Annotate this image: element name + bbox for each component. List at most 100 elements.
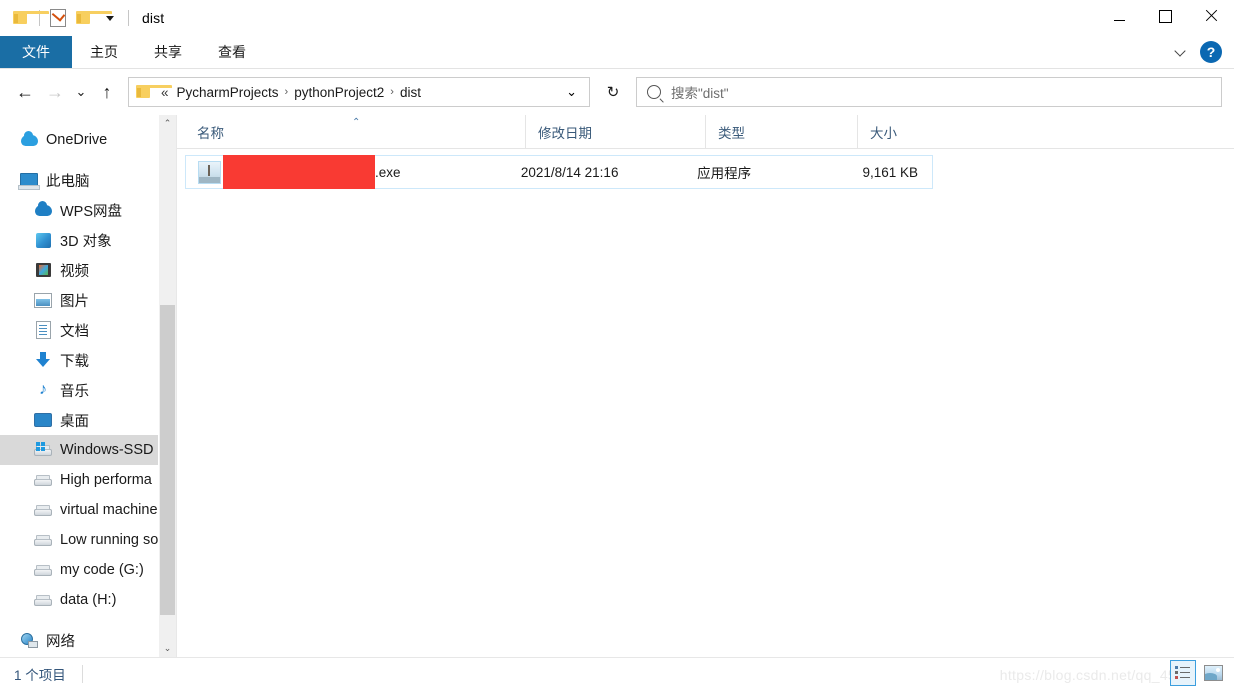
tab-home[interactable]: 主页 xyxy=(72,36,136,68)
sidebar-item-low-running[interactable]: Low running so xyxy=(0,525,176,555)
close-button[interactable] xyxy=(1188,0,1234,32)
column-header-date[interactable]: 修改日期 xyxy=(525,114,705,149)
view-buttons xyxy=(1170,660,1226,686)
sidebar-item-desktop[interactable]: 桌面 xyxy=(0,405,176,435)
column-header-label: 修改日期 xyxy=(538,125,592,141)
this-pc-icon xyxy=(18,171,40,190)
column-header-size[interactable]: 大小 xyxy=(857,114,959,149)
redaction-block xyxy=(223,155,375,189)
sidebar-item-videos[interactable]: 视频 xyxy=(0,255,176,285)
sidebar-item-label: 此电脑 xyxy=(46,173,90,190)
column-header-type[interactable]: 类型 xyxy=(705,114,857,149)
pictures-icon xyxy=(34,291,52,309)
breadcrumb-item-0[interactable]: PycharmProjects xyxy=(173,85,283,100)
exe-thumbnail-icon xyxy=(198,160,221,184)
address-bar: ← → ⌄ ↑ « PycharmProjects › pythonProjec… xyxy=(0,69,1234,115)
sidebar-item-label: 桌面 xyxy=(60,413,89,430)
tab-view[interactable]: 查看 xyxy=(200,36,264,68)
large-icons-view-button[interactable] xyxy=(1200,660,1226,686)
breadcrumb[interactable]: « PycharmProjects › pythonProject2 › dis… xyxy=(128,77,590,107)
sidebar-item-label: 文档 xyxy=(60,323,89,340)
recent-locations-button[interactable]: ⌄ xyxy=(70,77,92,107)
item-count-label: 1 个项目 xyxy=(14,668,66,683)
sidebar-item-data[interactable]: data (H:) xyxy=(0,585,176,615)
title-bar: dist xyxy=(0,0,1234,36)
sidebar-item-music[interactable]: ♪ 音乐 xyxy=(0,375,176,405)
wps-cloud-icon xyxy=(34,200,52,219)
navigation-list: OneDrive 此电脑 WPS网盘 3D 对象 视频 图片 文档 下载 ♪ 音… xyxy=(0,115,176,655)
column-header-label: 大小 xyxy=(870,125,897,141)
search-icon xyxy=(647,85,661,99)
sidebar-item-virtual-machine[interactable]: virtual machine xyxy=(0,495,176,525)
sort-ascending-icon: ⌃ xyxy=(352,116,361,128)
search-placeholder: 搜索"dist" xyxy=(671,86,729,101)
sidebar-item-downloads[interactable]: 下载 xyxy=(0,345,176,375)
sidebar-item-documents[interactable]: 文档 xyxy=(0,315,176,345)
sidebar-item-3d-objects[interactable]: 3D 对象 xyxy=(0,225,176,255)
tab-file[interactable]: 文件 xyxy=(0,36,72,68)
help-button[interactable]: ? xyxy=(1200,41,1222,63)
sidebar-item-label: my code (G:) xyxy=(60,562,144,578)
file-rows: .exe 2021/8/14 21:16 应用程序 9,161 KB xyxy=(177,149,1234,189)
minimize-button[interactable] xyxy=(1096,0,1142,32)
sidebar-item-onedrive[interactable]: OneDrive xyxy=(0,125,176,155)
scroll-down-icon[interactable]: ⌄ xyxy=(159,640,176,657)
sidebar-item-my-code[interactable]: my code (G:) xyxy=(0,555,176,585)
breadcrumb-dropdown-icon[interactable]: ⌄ xyxy=(558,84,585,100)
sidebar-item-label: data (H:) xyxy=(60,592,117,608)
sidebar-item-network[interactable]: 网络 xyxy=(0,625,176,655)
sidebar-item-label: High performa xyxy=(60,472,152,488)
downloads-icon xyxy=(34,351,52,369)
sidebar-item-wps-cloud[interactable]: WPS网盘 xyxy=(0,195,176,225)
sidebar-item-high-performance[interactable]: High performa xyxy=(0,465,176,495)
properties-icon[interactable] xyxy=(45,5,71,31)
forward-button: → xyxy=(46,81,64,102)
sidebar-item-this-pc[interactable]: 此电脑 xyxy=(0,165,176,195)
drive-icon xyxy=(34,531,52,549)
chevron-down-icon[interactable] xyxy=(1176,47,1186,57)
desktop-icon xyxy=(34,411,52,429)
file-name-cell[interactable]: .exe xyxy=(198,155,509,189)
details-view-button[interactable] xyxy=(1170,660,1196,686)
folder-icon[interactable] xyxy=(8,5,49,31)
window-title: dist xyxy=(142,10,165,26)
sidebar-item-label: Low running so xyxy=(60,532,159,548)
file-name-text: .exe xyxy=(223,155,401,189)
sidebar-item-label: 图片 xyxy=(60,293,89,310)
refresh-button[interactable]: ↻ xyxy=(598,77,628,107)
back-button[interactable]: ← xyxy=(10,77,40,107)
breadcrumb-item-2[interactable]: dist xyxy=(396,85,425,100)
sidebar-item-windows-ssd[interactable]: Windows-SSD ( xyxy=(0,435,176,465)
breadcrumb-item-1[interactable]: pythonProject2 xyxy=(290,85,388,100)
windows-drive-icon xyxy=(34,441,52,459)
file-list-pane: 名称 ⌃ 修改日期 类型 大小 .exe 2021/8/14 21:16 应用程… xyxy=(176,114,1234,657)
breadcrumb-separator-1[interactable]: › xyxy=(388,86,396,98)
sidebar-scrollbar[interactable]: ⌃ ⌄ xyxy=(158,115,176,657)
videos-icon xyxy=(34,261,52,279)
drive-icon xyxy=(34,501,52,519)
up-button[interactable]: ↑ xyxy=(92,77,122,107)
new-folder-icon[interactable] xyxy=(71,5,112,31)
watermark-text: https://blog.csdn.net/qq_45 xyxy=(999,667,1176,683)
maximize-button[interactable] xyxy=(1142,0,1188,32)
scroll-up-icon[interactable]: ⌃ xyxy=(159,115,176,132)
sidebar-item-label: 网络 xyxy=(46,633,75,650)
drive-icon xyxy=(34,561,52,579)
customize-qat-caret-icon[interactable] xyxy=(97,5,123,31)
column-header-label: 类型 xyxy=(718,125,745,141)
sidebar-item-label: virtual machine xyxy=(60,502,158,518)
music-icon: ♪ xyxy=(39,381,47,398)
ribbon-tabs: 文件 主页 共享 查看 ? xyxy=(0,36,1234,69)
search-input[interactable]: 搜索"dist" xyxy=(636,77,1222,107)
sidebar-item-label: WPS网盘 xyxy=(60,203,123,220)
scrollbar-thumb[interactable] xyxy=(160,305,175,615)
status-divider xyxy=(81,665,83,683)
path-folder-icon xyxy=(136,85,172,99)
table-row[interactable]: .exe 2021/8/14 21:16 应用程序 9,161 KB xyxy=(185,155,933,189)
breadcrumb-separator-0[interactable]: › xyxy=(283,86,291,98)
documents-icon xyxy=(34,321,52,339)
sidebar-item-pictures[interactable]: 图片 xyxy=(0,285,176,315)
tab-share[interactable]: 共享 xyxy=(136,36,200,68)
column-header-name[interactable]: 名称 ⌃ xyxy=(197,115,525,149)
